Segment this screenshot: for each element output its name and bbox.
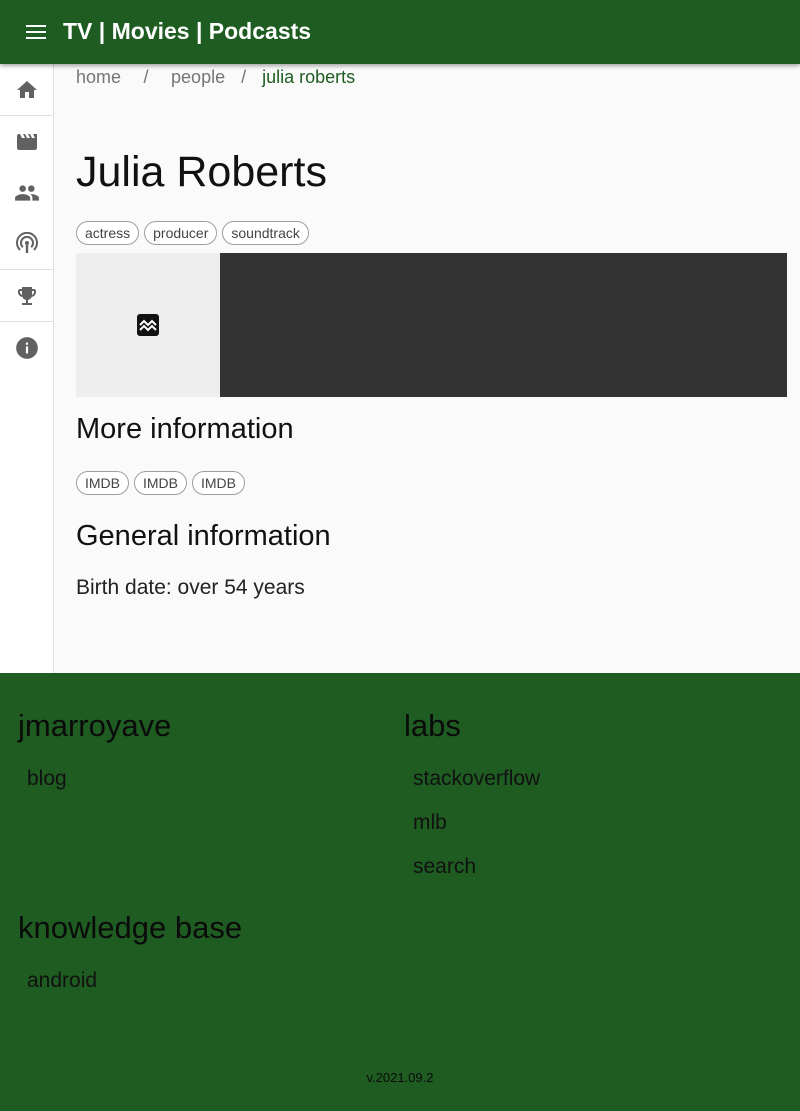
app-title[interactable]: TV | Movies | Podcasts	[63, 16, 311, 46]
more-info-heading: More information	[76, 413, 294, 445]
general-info-heading: General information	[76, 520, 331, 552]
breadcrumb-separator: /	[241, 67, 247, 87]
menu-icon[interactable]	[24, 20, 50, 44]
broken-image-icon	[137, 314, 159, 336]
footer-col-title: labs	[404, 708, 461, 743]
breadcrumb: home / people / julia roberts	[76, 64, 355, 90]
breadcrumb-home[interactable]: home	[76, 67, 121, 87]
home-icon	[16, 80, 37, 98]
movie-icon	[16, 133, 37, 150]
footer-link-android[interactable]: android	[27, 967, 97, 995]
main-content: home / people / julia roberts Julia Roberts …	[54, 64, 800, 673]
rail-item-awards[interactable]	[0, 270, 53, 321]
breadcrumb-people[interactable]: people	[171, 67, 225, 87]
footer-link-stackoverflow[interactable]: stackoverflow	[413, 765, 540, 793]
info-icon	[15, 336, 38, 359]
imdb-link[interactable]: IMDB	[192, 471, 245, 495]
rail-item-people[interactable]	[0, 167, 53, 218]
role-chip[interactable]: producer	[144, 221, 218, 245]
rail-item-about[interactable]	[0, 322, 53, 373]
footer: jmarroyave blog labs stackoverflow mlb s…	[0, 673, 800, 1111]
version-label: v.2021.09.2	[366, 1070, 434, 1085]
footer-col-title: jmarroyave	[18, 708, 172, 743]
people-icon	[14, 184, 39, 201]
role-chip[interactable]: soundtrack	[222, 221, 309, 245]
media-banner	[76, 253, 787, 397]
role-chip[interactable]: actress	[76, 221, 140, 245]
rail-item-movies[interactable]	[0, 116, 53, 167]
person-image	[76, 253, 220, 397]
birth-date: Birth date: over 54 years	[76, 576, 305, 599]
footer-link-mlb[interactable]: mlb	[413, 809, 447, 837]
side-rail	[0, 64, 54, 673]
page-title: Julia Roberts	[76, 148, 327, 196]
podcast-icon	[15, 231, 38, 253]
role-chips: actress producer soundtrack	[76, 221, 309, 245]
footer-link-blog[interactable]: blog	[27, 765, 67, 793]
rail-item-podcasts[interactable]	[0, 218, 53, 269]
footer-col-title: knowledge base	[18, 910, 243, 945]
breadcrumb-current: julia roberts	[262, 67, 356, 87]
imdb-link[interactable]: IMDB	[134, 471, 187, 495]
trophy-icon	[17, 286, 36, 305]
footer-link-search[interactable]: search	[413, 853, 476, 881]
app-bar: TV | Movies | Podcasts	[0, 0, 800, 64]
breadcrumb-separator: /	[143, 67, 149, 87]
imdb-link[interactable]: IMDB	[76, 471, 129, 495]
more-info-links: IMDB IMDB IMDB	[76, 471, 245, 495]
rail-item-home[interactable]	[0, 64, 53, 115]
